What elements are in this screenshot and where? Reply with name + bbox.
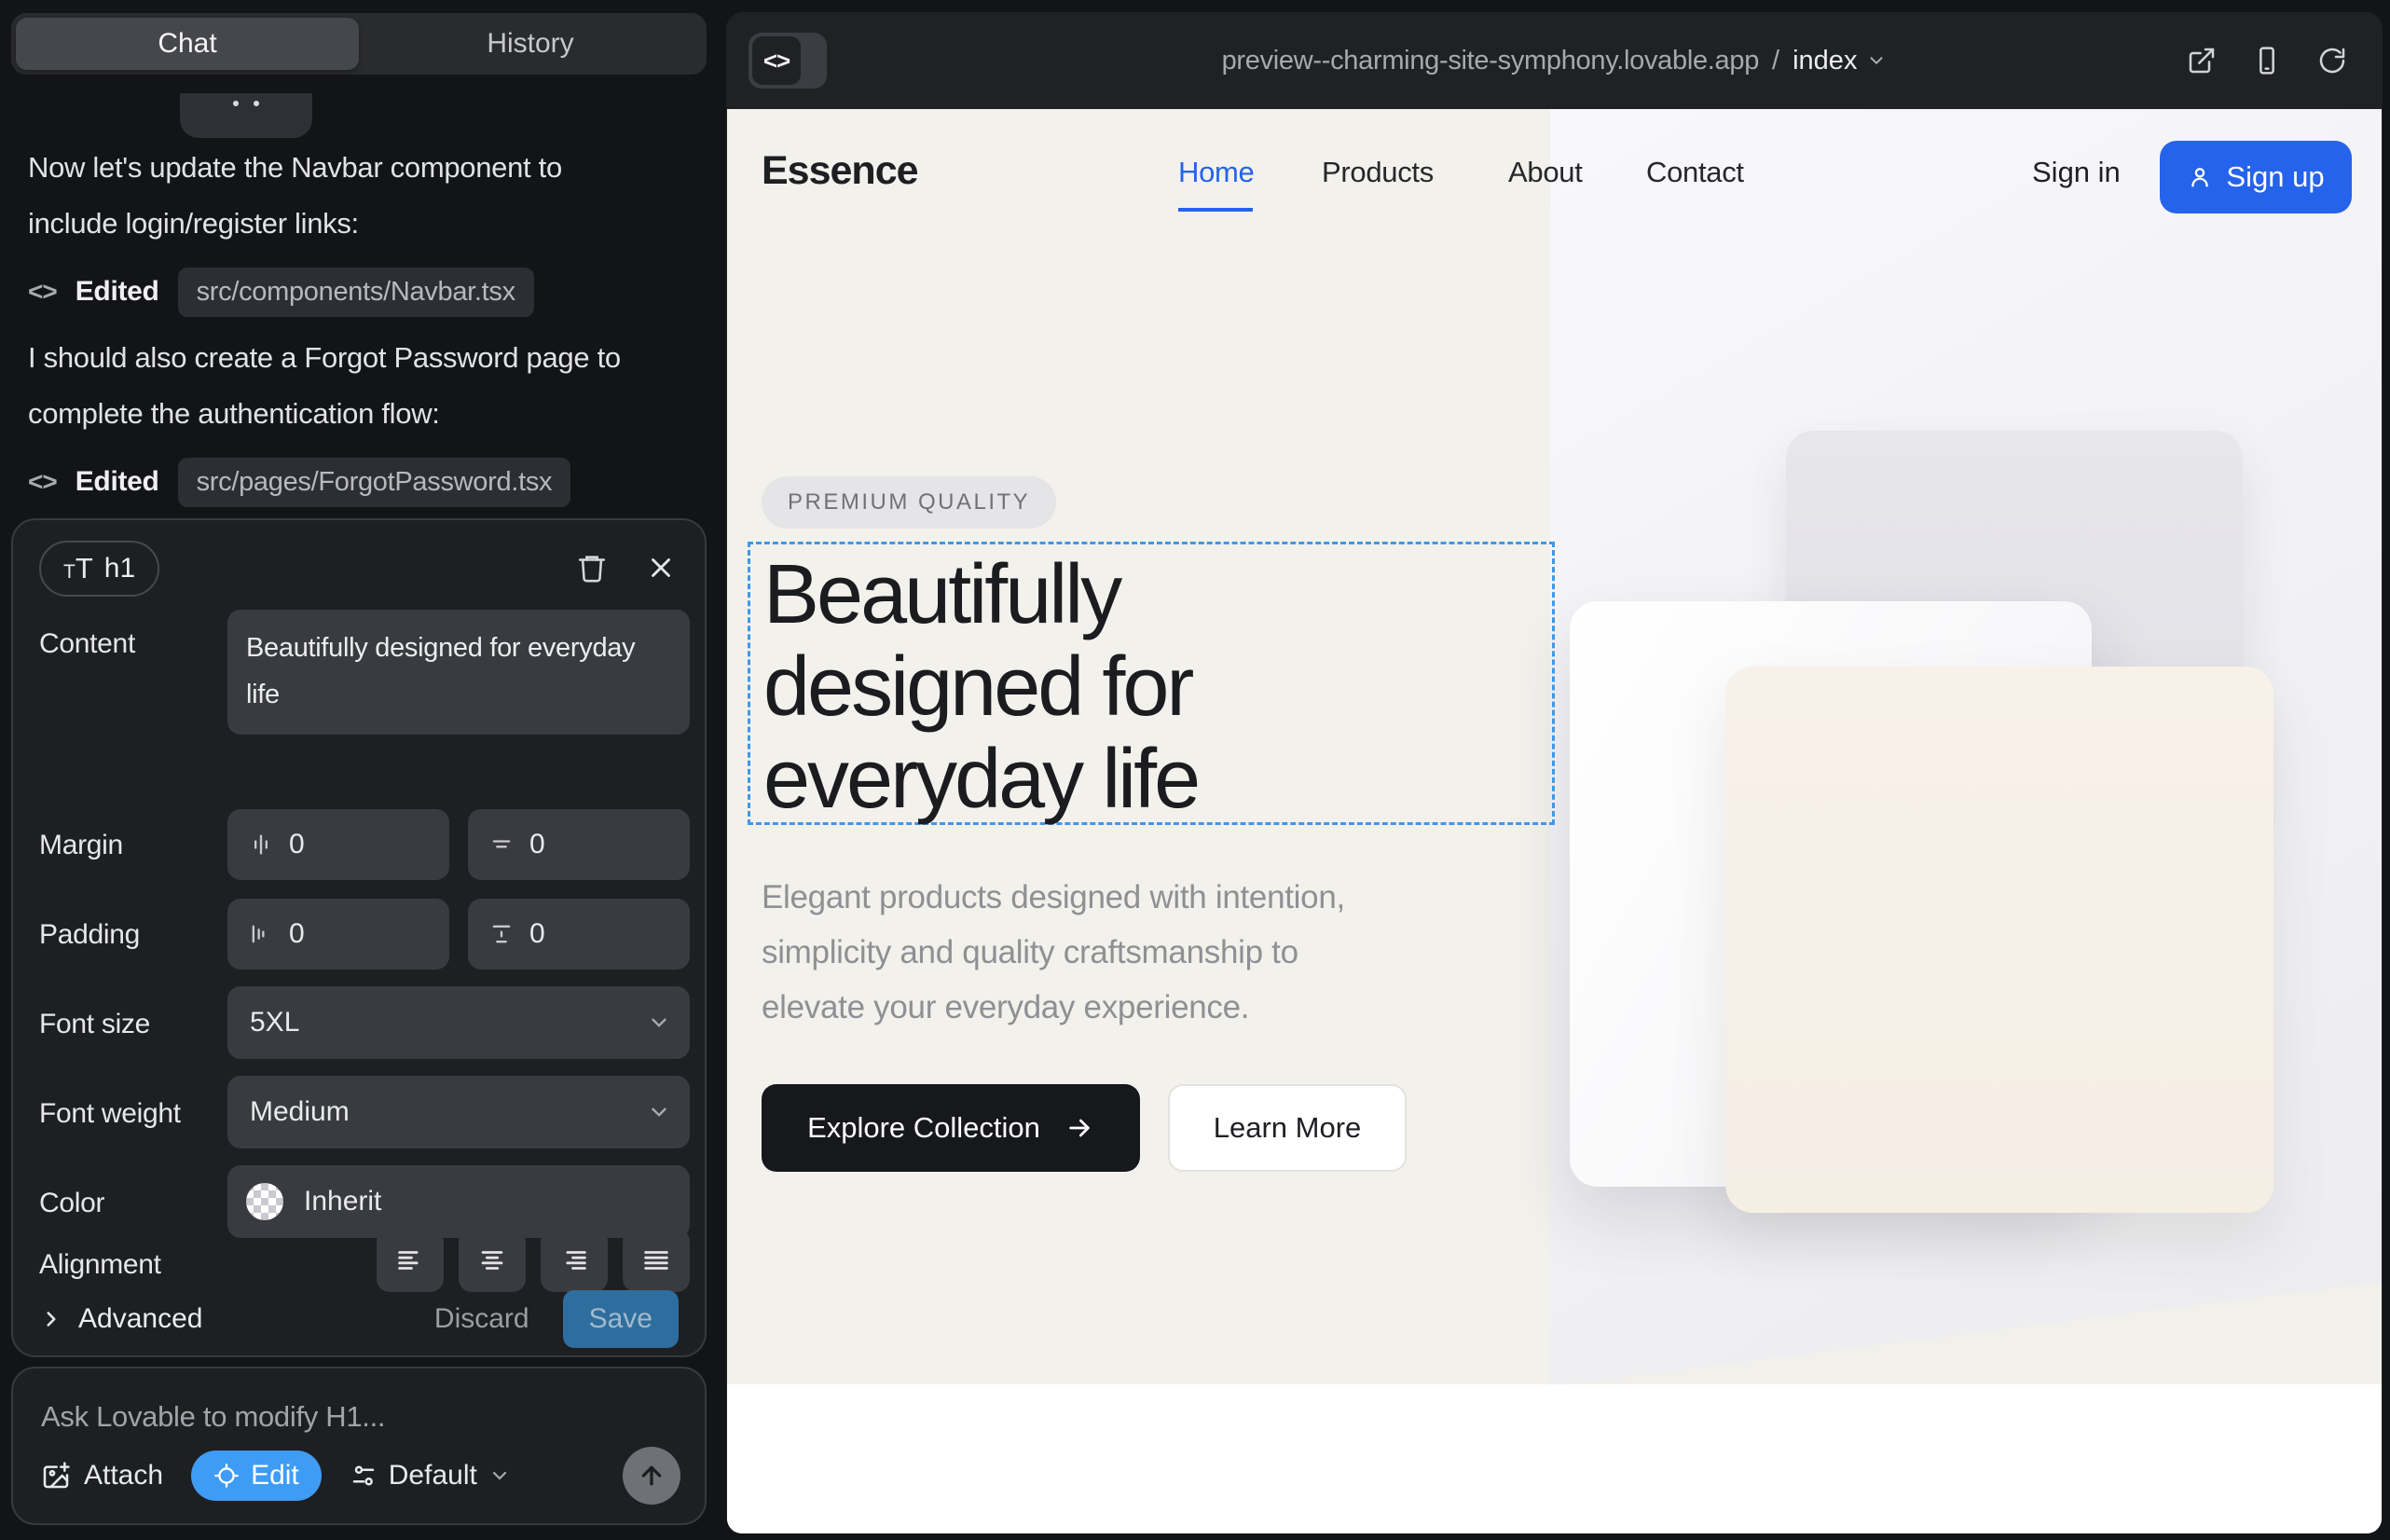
chat-history-tabs: Chat History xyxy=(11,13,707,75)
scrolled-chip-partial xyxy=(180,93,312,138)
element-inspector-panel: TT h1 Content Beautifully designed for e… xyxy=(11,518,707,1357)
nav-link-products[interactable]: Products xyxy=(1322,156,1434,189)
align-left-button[interactable] xyxy=(377,1229,444,1292)
transparent-swatch-icon xyxy=(246,1183,283,1220)
send-button[interactable] xyxy=(623,1447,680,1505)
hero-heading[interactable]: Beautifully designed for everyday life xyxy=(763,549,1198,826)
file-chip[interactable]: src/components/Navbar.tsx xyxy=(178,268,534,317)
padding-y-input[interactable]: 0 xyxy=(468,899,690,969)
font-size-select[interactable]: 5XL xyxy=(227,986,690,1059)
site-logo[interactable]: Essence xyxy=(762,148,918,194)
nav-link-home[interactable]: Home xyxy=(1178,156,1255,189)
model-selector[interactable]: Default xyxy=(350,1460,511,1492)
nav-link-about[interactable]: About xyxy=(1508,156,1583,189)
crosshair-icon xyxy=(213,1463,240,1489)
preview-browser-frame: <> preview--charming-site-symphony.lovab… xyxy=(726,12,2383,1533)
active-link-underline xyxy=(1178,208,1253,212)
font-size-label: Font size xyxy=(39,1009,150,1040)
save-button[interactable]: Save xyxy=(563,1290,679,1348)
learn-more-button[interactable]: Learn More xyxy=(1168,1084,1407,1172)
tab-chat[interactable]: Chat xyxy=(16,18,359,70)
advanced-toggle[interactable]: Advanced xyxy=(78,1303,202,1335)
content-input[interactable]: Beautifully designed for everyday life xyxy=(227,610,690,735)
margin-horizontal-icon xyxy=(248,832,274,858)
image-plus-icon xyxy=(41,1461,71,1491)
code-icon: <> xyxy=(28,467,57,497)
color-label: Color xyxy=(39,1188,104,1219)
chevron-right-icon[interactable] xyxy=(39,1307,63,1331)
assistant-message: Now let's update the Navbar component to… xyxy=(28,140,694,252)
chevron-down-icon xyxy=(488,1464,511,1487)
decorative-card-beige xyxy=(1725,667,2273,1213)
nav-link-contact[interactable]: Contact xyxy=(1646,156,1744,189)
alignment-label: Alignment xyxy=(39,1249,161,1281)
close-icon[interactable] xyxy=(645,552,677,584)
tab-history[interactable]: History xyxy=(359,18,702,70)
trash-icon[interactable] xyxy=(576,552,608,584)
premium-quality-badge: PREMIUM QUALITY xyxy=(762,476,1056,529)
alignment-group xyxy=(377,1229,690,1292)
discard-button[interactable]: Discard xyxy=(434,1303,529,1335)
advanced-row: Advanced Discard Save xyxy=(39,1290,679,1348)
preview-page: Essence Home Products About Contact Sign… xyxy=(727,109,2382,1533)
chevron-down-icon xyxy=(647,1011,671,1035)
edited-file-row: <> Edited src/pages/ForgotPassword.tsx xyxy=(28,455,570,509)
padding-horizontal-icon xyxy=(248,921,274,947)
prompt-box: Ask Lovable to modify H1... Attach Edit … xyxy=(11,1367,707,1525)
margin-x-input[interactable]: 0 xyxy=(227,809,449,880)
font-weight-label: Font weight xyxy=(39,1098,181,1130)
margin-vertical-icon xyxy=(488,832,515,858)
next-section xyxy=(727,1384,2382,1533)
edited-file-row: <> Edited src/components/Navbar.tsx xyxy=(28,265,534,319)
chevron-down-icon xyxy=(1866,50,1887,71)
arrow-up-icon xyxy=(638,1462,666,1490)
margin-y-input[interactable]: 0 xyxy=(468,809,690,880)
sign-up-button[interactable]: Sign up xyxy=(2160,141,2352,213)
user-icon xyxy=(2187,164,2213,190)
code-icon: <> xyxy=(28,277,57,307)
margin-label: Margin xyxy=(39,830,123,861)
element-tag-badge: TT h1 xyxy=(39,541,159,597)
padding-vertical-icon xyxy=(488,921,515,947)
prompt-input[interactable]: Ask Lovable to modify H1... xyxy=(41,1400,385,1434)
assistant-message: I should also create a Forgot Password p… xyxy=(28,330,694,442)
align-right-button[interactable] xyxy=(541,1229,608,1292)
content-label: Content xyxy=(39,628,135,660)
refresh-icon[interactable] xyxy=(2317,46,2347,76)
padding-label: Padding xyxy=(39,919,140,951)
padding-x-input[interactable]: 0 xyxy=(227,899,449,969)
type-icon: TT xyxy=(63,552,93,585)
hero-paragraph: Elegant products designed with intention… xyxy=(762,870,1345,1035)
align-justify-button[interactable] xyxy=(623,1229,690,1292)
attach-button[interactable]: Attach xyxy=(41,1460,163,1492)
file-chip[interactable]: src/pages/ForgotPassword.tsx xyxy=(178,458,571,507)
sliders-icon xyxy=(350,1462,378,1490)
open-external-icon[interactable] xyxy=(2187,46,2217,76)
chevron-down-icon xyxy=(647,1100,671,1124)
edit-mode-button[interactable]: Edit xyxy=(191,1451,322,1501)
arrow-right-icon xyxy=(1065,1113,1094,1143)
color-select[interactable]: Inherit xyxy=(227,1165,690,1238)
font-weight-select[interactable]: Medium xyxy=(227,1076,690,1148)
mobile-view-icon[interactable] xyxy=(2252,46,2282,76)
explore-collection-button[interactable]: Explore Collection xyxy=(762,1084,1140,1172)
sign-in-link[interactable]: Sign in xyxy=(2032,156,2121,189)
url-bar[interactable]: preview--charming-site-symphony.lovable.… xyxy=(726,12,2383,109)
align-center-button[interactable] xyxy=(459,1229,526,1292)
